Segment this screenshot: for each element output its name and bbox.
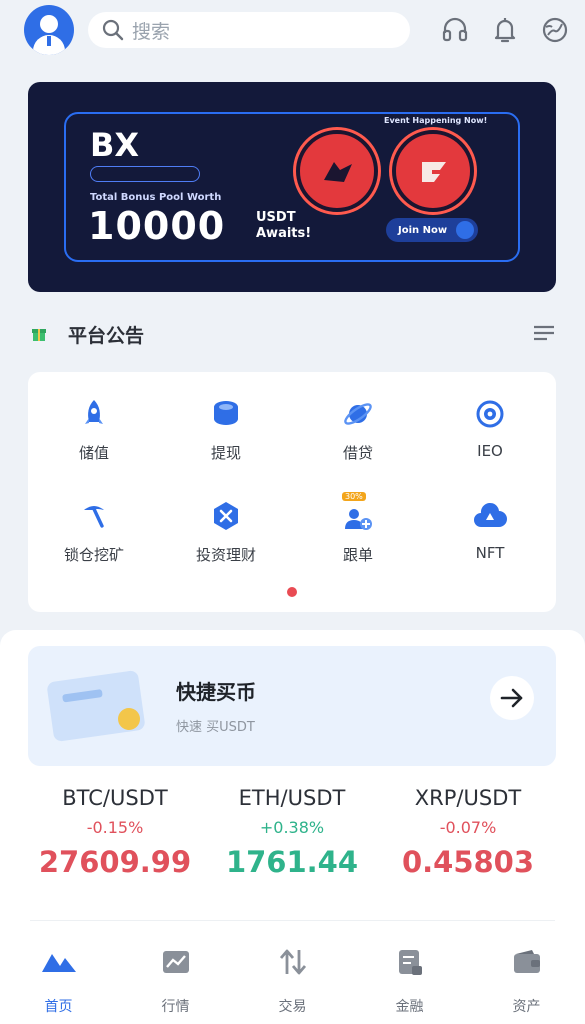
top-header: 搜索 xyxy=(0,0,585,60)
finance-icon xyxy=(397,944,423,980)
quick-buy-subtitle: 快速 买USDT xyxy=(176,720,255,735)
grid-item-label: 提现 xyxy=(210,444,241,462)
coin-illustration xyxy=(118,708,140,730)
search-placeholder: 搜索 xyxy=(132,20,171,43)
target-icon xyxy=(470,394,510,434)
tab-trade[interactable]: 交易 xyxy=(234,944,351,1024)
grid-item-label: NFT xyxy=(475,544,505,562)
grid-item-nft[interactable]: NFT xyxy=(424,496,556,562)
grid-item-loan[interactable]: 借贷 xyxy=(292,394,424,463)
announcement-bar[interactable]: 平台公告 xyxy=(30,318,555,350)
pickaxe-icon xyxy=(74,496,114,536)
ticker-xrp[interactable]: XRP/USDT -0.07% 0.45803 xyxy=(378,786,558,879)
grid-item-label: IEO xyxy=(477,442,503,460)
banner-title: BX xyxy=(90,126,140,164)
avatar[interactable] xyxy=(24,5,74,55)
tab-home[interactable]: 首页 xyxy=(0,944,117,1024)
tab-label: 交易 xyxy=(278,999,307,1015)
tab-label: 行情 xyxy=(161,999,190,1015)
tab-label: 金融 xyxy=(395,999,424,1015)
feature-grid: 储值 提现 借贷 IEO 锁仓挖矿 投资理财 30% 跟单 NFT xyxy=(28,372,556,612)
tab-label: 首页 xyxy=(44,999,73,1015)
arrow-right-icon xyxy=(500,688,523,708)
wallet-icon xyxy=(512,944,542,980)
follow-icon: 30% xyxy=(338,492,378,536)
grid-item-withdraw[interactable]: 提现 xyxy=(160,394,292,463)
grid-item-label: 锁仓挖矿 xyxy=(63,546,124,564)
banner-token-icon xyxy=(296,130,378,212)
home-icon xyxy=(40,944,78,980)
divider xyxy=(30,920,555,921)
grid-item-ieo[interactable]: IEO xyxy=(424,394,556,460)
avatar-tie xyxy=(47,36,51,46)
coins-icon xyxy=(206,394,246,434)
grid-item-label: 借贷 xyxy=(342,444,373,462)
quick-buy-arrow-button[interactable] xyxy=(490,676,534,720)
promo-banner[interactable]: BX Event Happening Now! Total Bonus Pool… xyxy=(28,82,556,292)
swap-icon xyxy=(278,944,308,980)
list-menu-icon[interactable] xyxy=(533,324,555,344)
quick-buy-title: 快捷买币 xyxy=(176,680,256,704)
banner-token-icon xyxy=(392,130,474,212)
ticker-price: 0.45803 xyxy=(401,845,535,879)
ticker-price: 27609.99 xyxy=(38,845,192,879)
grid-item-copytrade[interactable]: 30% 跟单 xyxy=(292,492,424,565)
arrow-right-icon xyxy=(456,221,474,239)
grid-item-label: 储值 xyxy=(78,444,109,462)
cloud-icon xyxy=(470,496,510,536)
grid-item-invest[interactable]: 投资理财 xyxy=(160,496,292,565)
hexagon-icon xyxy=(206,496,246,536)
banner-amount: 10000 xyxy=(88,204,226,248)
tab-market[interactable]: 行情 xyxy=(117,944,234,1024)
banner-event-text: Event Happening Now! xyxy=(384,116,488,125)
ticker-pair: ETH/USDT xyxy=(238,786,346,810)
bank-card-illustration xyxy=(46,669,146,743)
pager-dot[interactable] xyxy=(287,587,297,597)
ticker-change: -0.07% xyxy=(439,818,497,837)
tab-assets[interactable]: 资产 xyxy=(468,944,585,1024)
grid-item-deposit[interactable]: 储值 xyxy=(28,394,160,463)
join-now-button[interactable]: Join Now xyxy=(386,218,478,242)
grid-item-staking[interactable]: 锁仓挖矿 xyxy=(28,496,160,565)
rocket-icon xyxy=(74,394,114,434)
banner-currency: USDT xyxy=(256,210,296,225)
quick-buy-card[interactable]: 快捷买币 快速 买USDT xyxy=(28,646,556,766)
tab-finance[interactable]: 金融 xyxy=(351,944,468,1024)
ticker-change: +0.38% xyxy=(259,818,325,837)
ticker-pair: XRP/USDT xyxy=(414,786,522,810)
headset-icon[interactable] xyxy=(439,14,471,46)
announcement-title: 平台公告 xyxy=(68,324,145,347)
search-input[interactable]: 搜索 xyxy=(88,12,410,48)
ticker-eth[interactable]: ETH/USDT +0.38% 1761.44 xyxy=(202,786,382,879)
gift-icon xyxy=(32,329,46,341)
chart-icon xyxy=(161,944,191,980)
search-icon xyxy=(102,19,124,41)
globe-icon[interactable] xyxy=(539,14,571,46)
planet-icon xyxy=(338,394,378,434)
join-now-label: Join Now xyxy=(398,224,448,236)
banner-listing-pill xyxy=(90,166,200,182)
banner-awaits: Awaits! xyxy=(256,226,312,241)
header-actions xyxy=(439,14,571,46)
tab-label: 资产 xyxy=(512,999,541,1015)
banner-pool-text: Total Bonus Pool Worth xyxy=(90,192,222,203)
grid-item-badge: 30% xyxy=(342,492,366,501)
ticker-price: 1761.44 xyxy=(225,845,359,879)
grid-item-label: 跟单 xyxy=(342,546,373,564)
ticker-btc[interactable]: BTC/USDT -0.15% 27609.99 xyxy=(25,786,205,879)
avatar-head xyxy=(40,15,58,33)
ticker-change: -0.15% xyxy=(86,818,144,837)
bottom-tab-bar: 首页 行情 交易 金融 资产 xyxy=(0,944,585,1024)
ticker-pair: BTC/USDT xyxy=(62,786,168,810)
grid-item-label: 投资理财 xyxy=(195,546,256,564)
bell-icon[interactable] xyxy=(489,14,521,46)
